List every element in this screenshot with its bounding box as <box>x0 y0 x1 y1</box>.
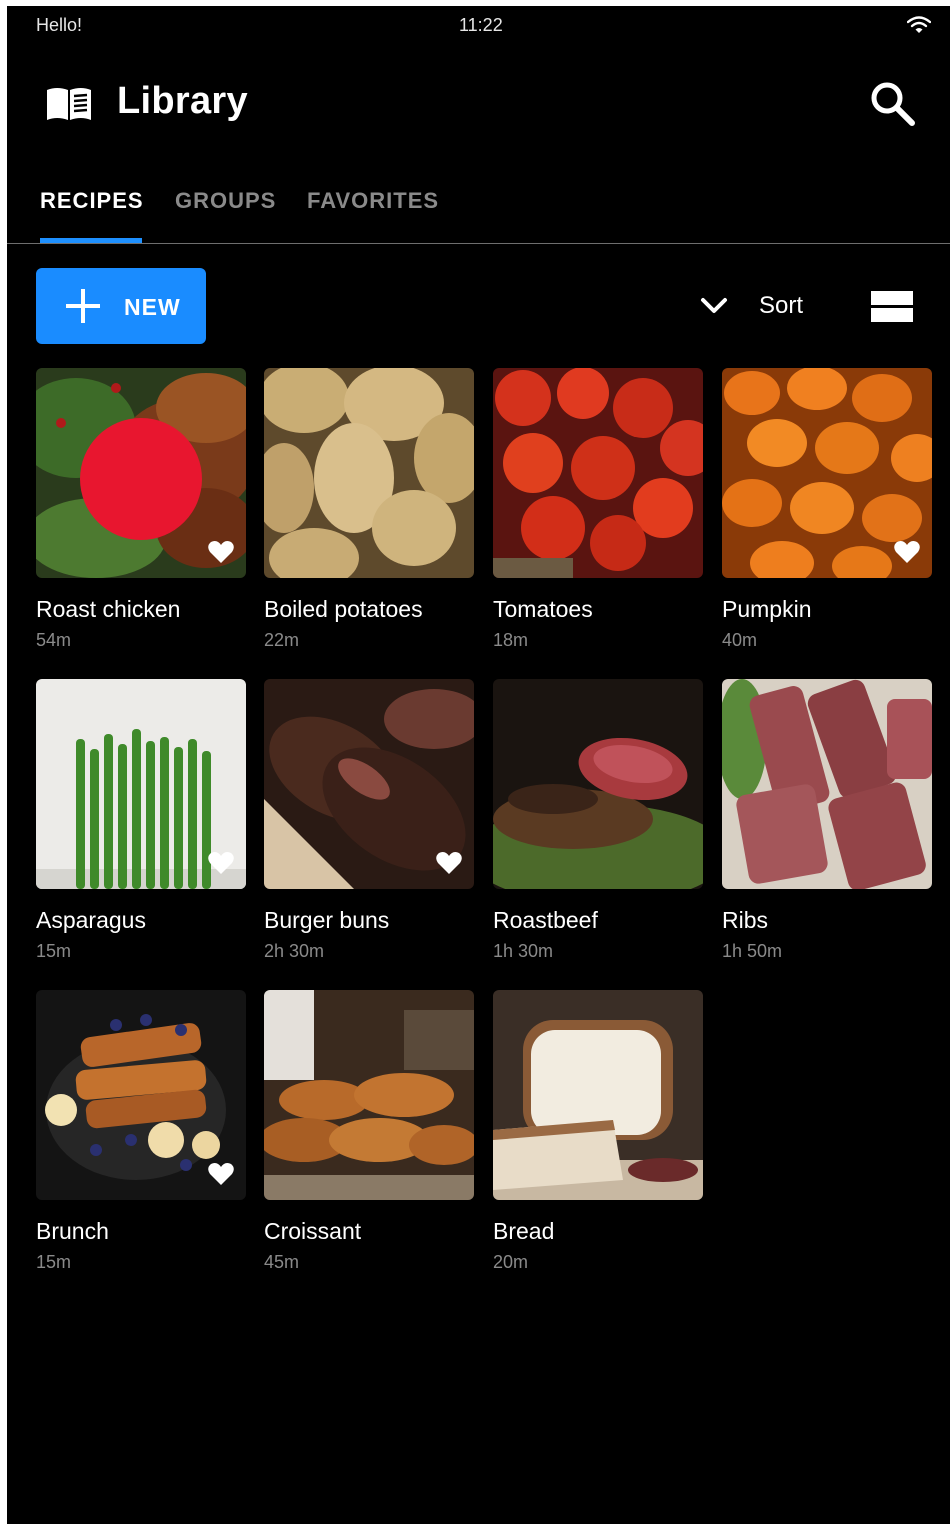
plus-icon <box>66 289 100 323</box>
recipe-image <box>264 368 474 578</box>
tab-divider <box>7 243 950 244</box>
recipe-name: Ribs <box>722 907 769 933</box>
view-toggle-icon[interactable] <box>871 289 915 323</box>
recipe-name: Croissant <box>264 1218 362 1244</box>
recipe-image <box>493 679 703 889</box>
recipe-time: 45m <box>264 1252 300 1272</box>
recipe-card-roast-chicken[interactable]: Roast chicken 54m <box>36 368 246 658</box>
heart-icon[interactable] <box>208 1162 234 1186</box>
heart-icon[interactable] <box>894 540 920 564</box>
recipe-card-croissant[interactable]: Croissant 45m <box>264 990 474 1280</box>
app-screen: Hello! 11:22 Library RECIPES GROUPS FAVO… <box>7 6 950 1524</box>
recipe-card-burger-buns[interactable]: Burger buns 2h 30m <box>264 679 474 969</box>
recipe-time: 2h 30m <box>264 941 325 961</box>
recipe-name: Burger buns <box>264 907 390 933</box>
recipe-time: 1h 30m <box>493 941 554 961</box>
heart-icon[interactable] <box>436 851 462 875</box>
recipe-card-bread[interactable]: Bread 20m <box>493 990 703 1280</box>
new-button-label: NEW <box>124 294 181 320</box>
recipe-name: Roast chicken <box>36 596 181 622</box>
recipe-time: 18m <box>493 630 529 650</box>
search-icon[interactable] <box>867 78 917 128</box>
new-recipe-button[interactable]: NEW <box>36 268 206 344</box>
recipe-time: 22m <box>264 630 300 650</box>
recipe-image <box>493 990 703 1200</box>
sort-button[interactable]: Sort <box>759 292 803 320</box>
recipe-card-pumpkin[interactable]: Pumpkin 40m <box>722 368 932 658</box>
recipe-name: Bread <box>493 1218 555 1244</box>
tab-favorites[interactable]: FAVORITES <box>307 188 439 214</box>
recipe-card-boiled-potatoes[interactable]: Boiled potatoes 22m <box>264 368 474 658</box>
recipe-image <box>722 679 932 889</box>
recipe-name: Pumpkin <box>722 596 812 622</box>
heart-icon[interactable] <box>208 851 234 875</box>
recipe-name: Tomatoes <box>493 596 593 622</box>
recipe-name: Roastbeef <box>493 907 598 933</box>
status-bar: Hello! 11:22 <box>7 6 950 46</box>
recipe-card-roastbeef[interactable]: Roastbeef 1h 30m <box>493 679 703 969</box>
recipe-time: 1h 50m <box>722 941 783 961</box>
tab-bar: RECIPES GROUPS FAVORITES <box>7 176 950 244</box>
recipe-image <box>264 990 474 1200</box>
recipe-image <box>493 368 703 578</box>
record-dot <box>80 418 202 540</box>
status-time: 11:22 <box>459 15 503 35</box>
recipe-time: 40m <box>722 630 758 650</box>
recipe-name: Brunch <box>36 1218 109 1244</box>
recipe-card-asparagus[interactable]: Asparagus 15m <box>36 679 246 969</box>
chevron-down-icon[interactable] <box>699 291 729 321</box>
tab-recipes[interactable]: RECIPES <box>40 188 144 214</box>
page-title: Library <box>117 80 248 122</box>
recipe-name: Boiled potatoes <box>264 596 423 622</box>
recipe-card-brunch[interactable]: Brunch 15m <box>36 990 246 1280</box>
recipe-card-ribs[interactable]: Ribs 1h 50m <box>722 679 932 969</box>
recipe-time: 15m <box>36 1252 72 1272</box>
wifi-icon <box>907 16 931 33</box>
recipe-card-tomatoes[interactable]: Tomatoes 18m <box>493 368 703 658</box>
recipe-name: Asparagus <box>36 907 146 933</box>
status-greeting: Hello! <box>36 15 83 35</box>
recipe-time: 15m <box>36 941 72 961</box>
tab-groups[interactable]: GROUPS <box>175 188 276 214</box>
heart-icon[interactable] <box>208 540 234 564</box>
book-icon <box>47 88 91 120</box>
recipe-time: 20m <box>493 1252 529 1272</box>
recipe-time: 54m <box>36 630 72 650</box>
